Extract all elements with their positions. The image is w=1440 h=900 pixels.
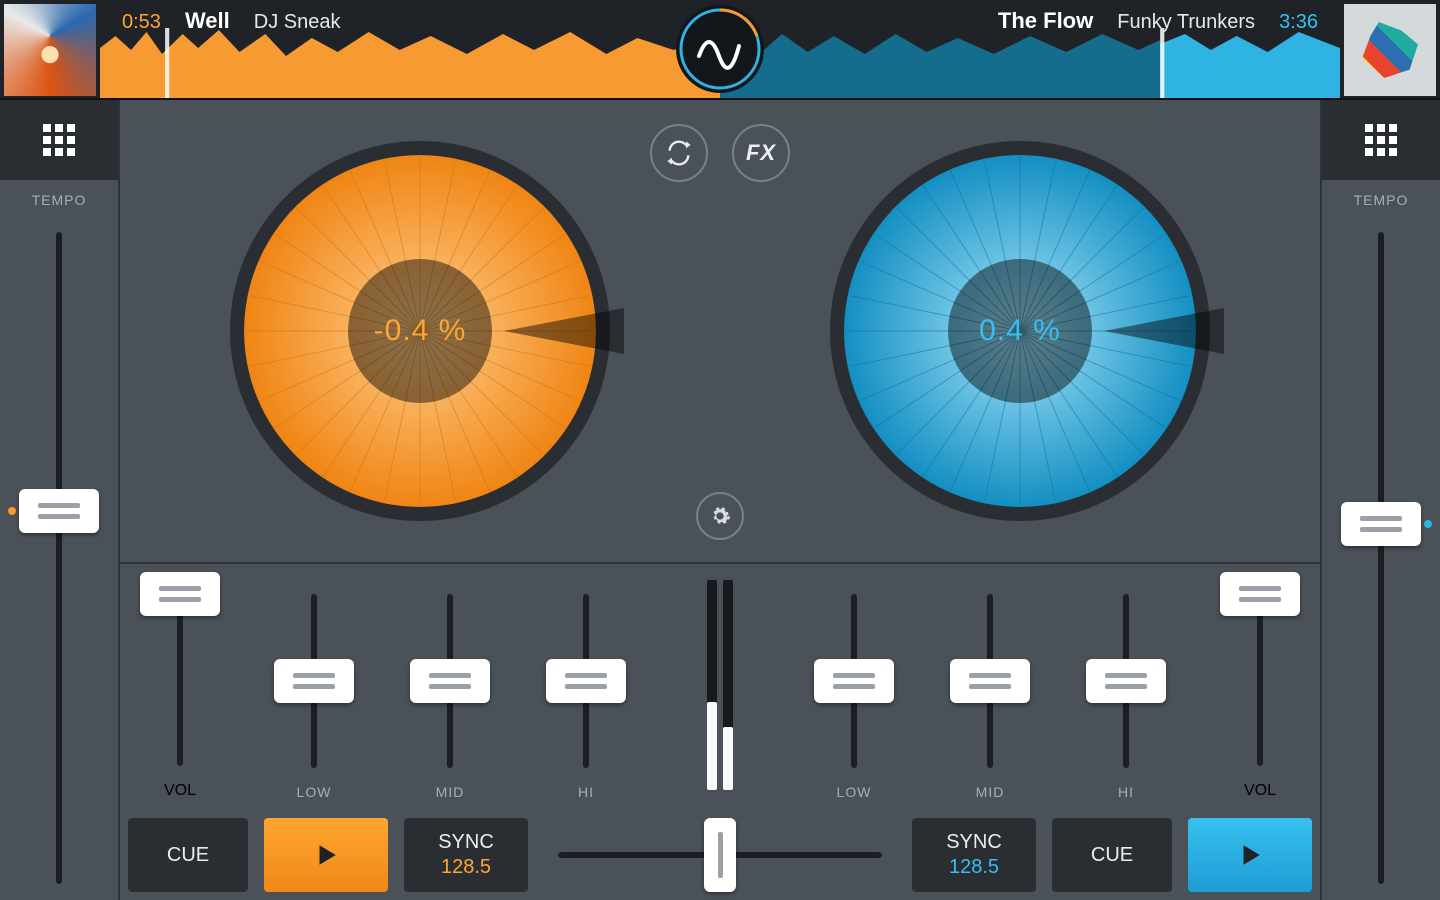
deck-a-track-artist: DJ Sneak [254, 11, 341, 34]
deck-a-pitch-value: -0.4 % [374, 314, 467, 348]
play-icon [313, 842, 339, 868]
loop-icon [665, 139, 693, 167]
deck-a-library-button[interactable] [0, 100, 118, 180]
deck-a-volume-column: VOL [120, 574, 240, 810]
fx-button[interactable]: FX [732, 124, 790, 182]
deck-a-play-button[interactable] [264, 818, 388, 892]
deck-b-library-button[interactable] [1322, 100, 1440, 180]
grid-icon [1365, 124, 1397, 156]
deck-b-cue-button[interactable]: CUE [1052, 818, 1172, 892]
deck-a-eq-hi-slider[interactable] [553, 582, 619, 780]
deck-b-tempo-slider[interactable] [1348, 220, 1414, 896]
deck-a-track-title: Well [185, 8, 230, 34]
deck-a-volume-slider[interactable] [147, 582, 213, 778]
deck-a-eq-mid-label: MID [436, 784, 465, 800]
deck-b-cover-art[interactable] [1344, 4, 1436, 96]
fx-label: FX [746, 140, 776, 166]
deck-b-eq-hi-slider[interactable] [1093, 582, 1159, 780]
gear-icon [709, 505, 731, 527]
deck-b-pitch-value: 0.4 % [979, 314, 1061, 348]
mixer-area: VOL LOW MID HI [120, 564, 1320, 810]
deck-b-volume-label: VOL [1244, 782, 1276, 800]
deck-a-tempo-label: TEMPO [32, 192, 87, 208]
deck-a-volume-label: VOL [164, 782, 196, 800]
deck-b-sync-button[interactable]: SYNC 128.5 [912, 818, 1036, 892]
decks-area: FX [120, 100, 1320, 564]
settings-button[interactable] [696, 492, 744, 540]
deck-b-bpm: 128.5 [949, 856, 999, 879]
deck-b-volume-slider[interactable] [1227, 582, 1293, 778]
deck-a-eq: LOW MID HI [240, 574, 660, 810]
deck-b-track-artist: Funky Trunkers [1117, 11, 1255, 34]
deck-b-volume-column: VOL [1200, 574, 1320, 810]
deck-a-elapsed-time: 0:53 [122, 11, 161, 34]
deck-a-cue-button[interactable]: CUE [128, 818, 248, 892]
deck-b-track-zone[interactable]: 3:36 Funky Trunkers The Flow [720, 0, 1340, 98]
deck-a-cover-art[interactable] [4, 4, 96, 96]
deck-a-tempo-slider[interactable] [26, 220, 92, 896]
deck-b-jogwheel[interactable]: 0.4 % [720, 100, 1320, 562]
level-meter [660, 574, 780, 810]
loop-button[interactable] [650, 124, 708, 182]
grid-icon [43, 124, 75, 156]
deck-b-eq: LOW MID HI [780, 574, 1200, 810]
play-icon [1237, 842, 1263, 868]
deck-a-eq-low-label: LOW [297, 784, 332, 800]
deck-b-play-button[interactable] [1188, 818, 1312, 892]
deck-b-track-title: The Flow [998, 8, 1093, 34]
deck-b-eq-mid-label: MID [976, 784, 1005, 800]
deck-a-side-panel: TEMPO [0, 100, 120, 900]
deck-a-jogwheel[interactable]: -0.4 % [120, 100, 720, 562]
deck-a-eq-hi-label: HI [578, 784, 594, 800]
deck-a-track-zone[interactable]: 0:53 Well DJ Sneak [100, 0, 720, 98]
deck-b-eq-low-label: LOW [837, 784, 872, 800]
app-logo[interactable] [676, 5, 764, 93]
deck-b-needle-marker [1104, 296, 1224, 366]
deck-b-eq-hi-label: HI [1118, 784, 1134, 800]
deck-b-eq-mid-slider[interactable] [957, 582, 1023, 780]
deck-b-tempo-label: TEMPO [1354, 192, 1409, 208]
deck-a-bpm: 128.5 [441, 856, 491, 879]
deck-b-remaining-time: 3:36 [1279, 11, 1318, 34]
deck-a-needle-marker [504, 296, 624, 366]
deck-a-sync-button[interactable]: SYNC 128.5 [404, 818, 528, 892]
top-bar: 0:53 Well DJ Sneak 3:36 Funky Trunkers T… [0, 0, 1440, 100]
deck-a-eq-low-slider[interactable] [281, 582, 347, 780]
deck-a-eq-mid-slider[interactable] [417, 582, 483, 780]
deck-b-eq-low-slider[interactable] [821, 582, 887, 780]
crossfader[interactable] [536, 810, 904, 900]
transport-bar: CUE SYNC 128.5 SYNC 128.5 CUE [120, 810, 1320, 900]
deck-b-side-panel: TEMPO [1320, 100, 1440, 900]
